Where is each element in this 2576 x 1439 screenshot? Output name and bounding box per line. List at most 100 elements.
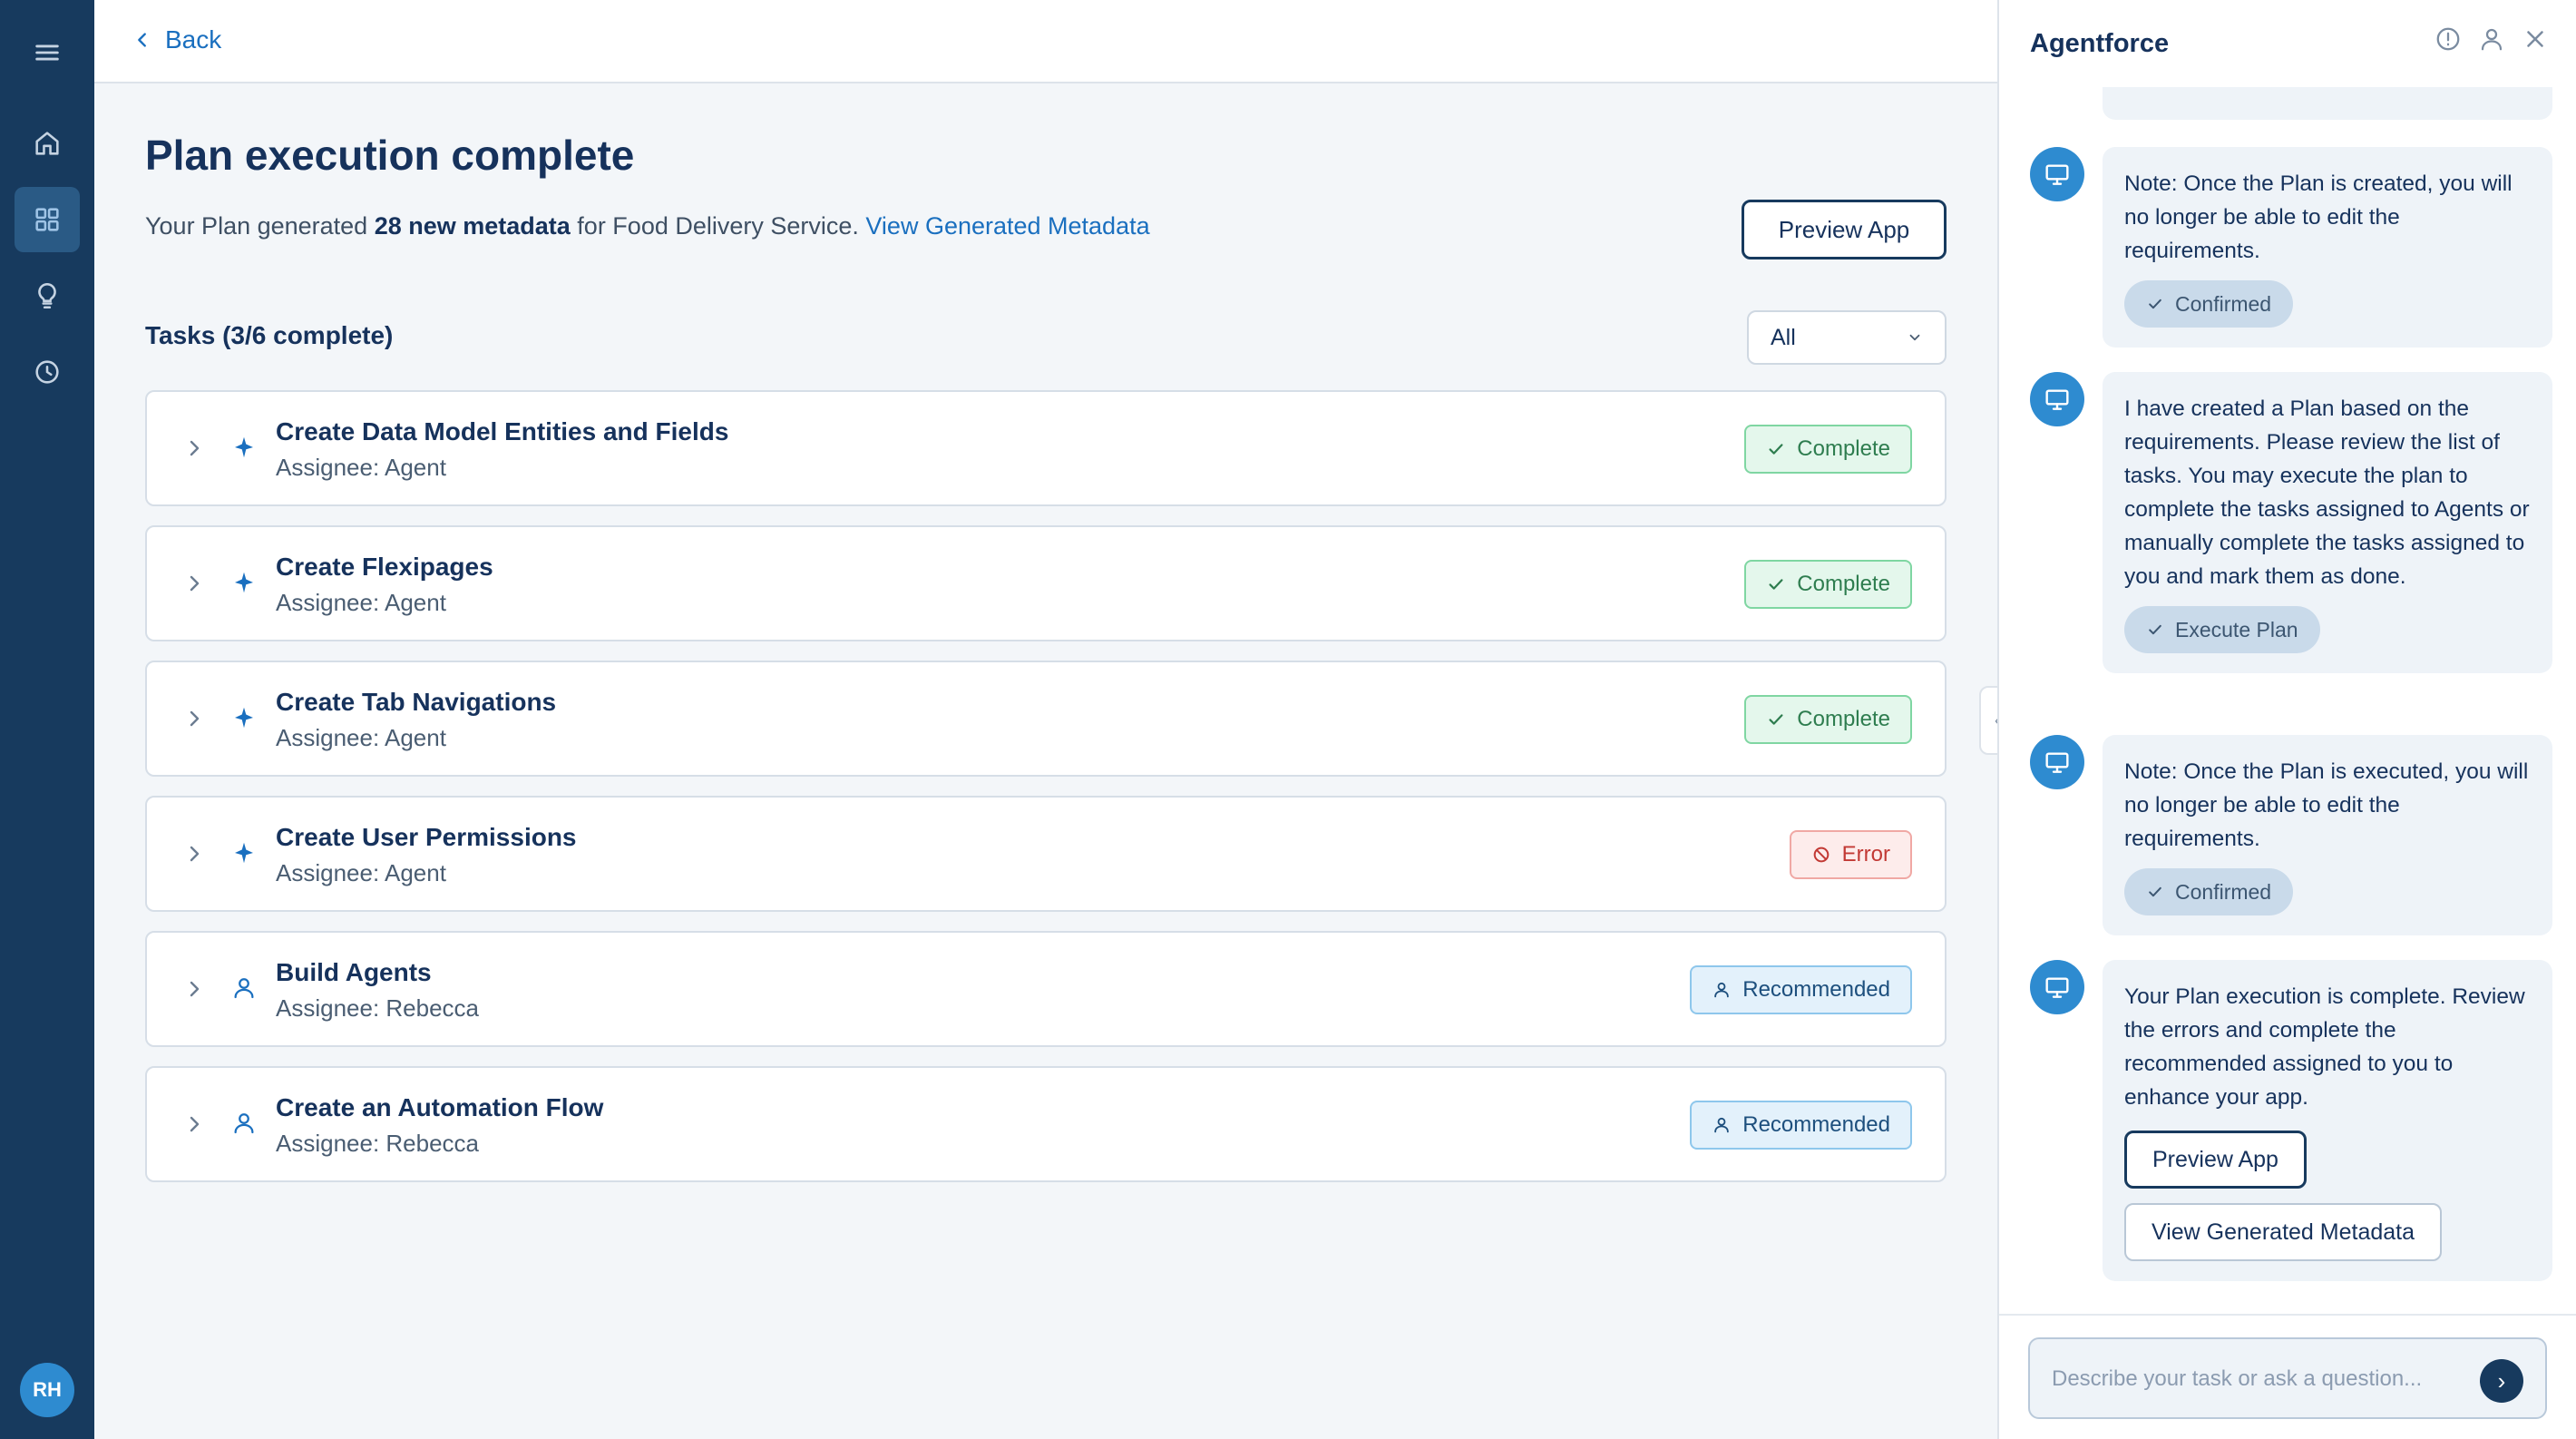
nav-ideas[interactable]: [15, 263, 80, 328]
agent-avatar: [2030, 735, 2084, 789]
status-label: Complete: [1797, 436, 1890, 461]
chip-label: Confirmed: [2175, 291, 2272, 316]
task-name: Create Tab Navigations: [276, 688, 557, 716]
task-filter-select[interactable]: All: [1747, 310, 1947, 365]
task-row: Build Agents Assignee: Rebecca Recommend…: [145, 931, 1947, 1047]
person-icon: [1714, 1117, 1730, 1133]
task-name: Build Agents: [276, 958, 432, 986]
person-icon: [1714, 982, 1730, 998]
chat-message: Your Plan execution is complete. Review …: [2103, 960, 2552, 1281]
task-assignee: Assignee: Agent: [276, 724, 446, 751]
nav-apps[interactable]: [15, 187, 80, 252]
task-name: Create Flexipages: [276, 553, 493, 581]
view-generated-metadata-link[interactable]: View Generated Metadata: [865, 212, 1149, 240]
panel-header-actions: [2435, 25, 2549, 53]
status-label: Complete: [1797, 572, 1890, 596]
status-badge: Error: [1789, 830, 1912, 879]
task-row: Create Data Model Entities and Fields As…: [145, 390, 1947, 506]
task-name: Create User Permissions: [276, 823, 577, 851]
summary-prefix: Your Plan generated: [145, 212, 375, 240]
sparkle-icon: [235, 436, 253, 458]
agent-avatar: [2030, 147, 2084, 201]
check-icon: [1769, 444, 1783, 455]
clock-icon: [35, 360, 59, 384]
blocked-icon: [1813, 847, 1829, 863]
task-row: Create User Permissions Assignee: Agent …: [145, 796, 1947, 912]
plan-summary: Your Plan generated 28 new metadata for …: [145, 212, 1150, 240]
monitor-icon: [2045, 977, 2069, 998]
monitor-icon: [2045, 389, 2069, 410]
summary-count: 28 new metadata: [374, 212, 571, 240]
status-label: Complete: [1797, 707, 1890, 731]
message-text: Your Plan execution is complete. Review …: [2124, 984, 2525, 1110]
status-label: Error: [1841, 842, 1890, 866]
expand-chevron-icon[interactable]: [183, 708, 205, 729]
execute-plan-chip[interactable]: Execute Plan: [2124, 606, 2320, 653]
sparkle-icon: [235, 842, 253, 864]
chevron-left-icon: [138, 33, 146, 47]
composer-divider: [1999, 1314, 2576, 1316]
lightbulb-icon: [38, 282, 56, 309]
left-nav-rail: RH: [0, 0, 94, 1439]
task-assignee: Assignee: Agent: [276, 859, 446, 886]
message-text: Note: Once the Plan is created, you will…: [2124, 171, 2513, 263]
status-badge: Complete: [1744, 560, 1912, 609]
sparkle-icon: [235, 572, 253, 593]
chat-thread[interactable]: Note: Once the Plan is created, you will…: [1999, 87, 2576, 1316]
chat-composer: ›: [2028, 1337, 2547, 1419]
summary-mid: for Food Delivery Service.: [570, 212, 866, 240]
monitor-icon: [2045, 752, 2069, 773]
user-icon[interactable]: [2478, 25, 2505, 53]
status-badge: Recommended: [1690, 1101, 1912, 1150]
apps-grid-icon: [35, 208, 59, 231]
agent-avatar: [2030, 372, 2084, 426]
expand-chevron-icon[interactable]: [183, 1113, 205, 1135]
expand-chevron-icon[interactable]: [183, 843, 205, 865]
chat-message: I have created a Plan based on the requi…: [2103, 372, 2552, 673]
person-icon: [234, 978, 254, 999]
user-avatar[interactable]: RH: [20, 1363, 74, 1417]
page-title: Plan execution complete: [145, 132, 635, 179]
chip-label: Confirmed: [2175, 879, 2272, 904]
task-name: Create Data Model Entities and Fields: [276, 417, 729, 445]
check-icon: [2149, 299, 2161, 309]
check-icon: [1769, 579, 1783, 590]
task-name: Create an Automation Flow: [276, 1093, 604, 1121]
status-badge: Recommended: [1690, 965, 1912, 1014]
confirmed-chip[interactable]: Confirmed: [2124, 868, 2294, 915]
main-content: Plan execution complete Your Plan genera…: [94, 83, 1997, 1439]
nav-history[interactable]: [15, 339, 80, 405]
expand-chevron-icon[interactable]: [183, 978, 205, 1000]
confirmed-chip[interactable]: Confirmed: [2124, 280, 2294, 328]
agent-avatar: [2030, 960, 2084, 1014]
chip-label: Execute Plan: [2175, 617, 2298, 641]
check-icon: [1769, 714, 1783, 725]
info-icon[interactable]: [2435, 25, 2462, 53]
task-row: Create an Automation Flow Assignee: Rebe…: [145, 1066, 1947, 1182]
back-button[interactable]: Back: [132, 25, 221, 54]
expand-chevron-icon[interactable]: [183, 437, 205, 459]
message-actions: Preview App: [2124, 1131, 2531, 1189]
chevron-down-icon: [1909, 334, 1920, 341]
task-assignee: Assignee: Agent: [276, 589, 446, 616]
view-generated-metadata-button[interactable]: View Generated Metadata: [2124, 1203, 2443, 1261]
chat-input[interactable]: [2052, 1359, 2451, 1399]
preview-app-chat-button[interactable]: Preview App: [2124, 1131, 2307, 1189]
check-icon: [2149, 624, 2161, 635]
menu-button[interactable]: [15, 20, 80, 85]
send-button[interactable]: ›: [2480, 1359, 2523, 1403]
tasks-heading: Tasks (3/6 complete): [145, 321, 394, 349]
task-assignee: Assignee: Rebecca: [276, 994, 480, 1022]
expand-chevron-icon[interactable]: [183, 573, 205, 594]
close-icon[interactable]: [2522, 25, 2549, 53]
preview-app-button[interactable]: Preview App: [1742, 200, 1947, 259]
nav-home[interactable]: [15, 111, 80, 176]
task-assignee: Assignee: Rebecca: [276, 1130, 480, 1157]
chat-message: Note: Once the Plan is created, you will…: [2103, 147, 2552, 348]
status-label: Recommended: [1742, 977, 1890, 1002]
back-label: Back: [165, 25, 222, 54]
panel-title: Agentforce: [2030, 29, 2170, 58]
task-assignee: Assignee: Agent: [276, 454, 446, 481]
status-badge: Complete: [1744, 695, 1912, 744]
task-row: Create Tab Navigations Assignee: Agent C…: [145, 661, 1947, 777]
